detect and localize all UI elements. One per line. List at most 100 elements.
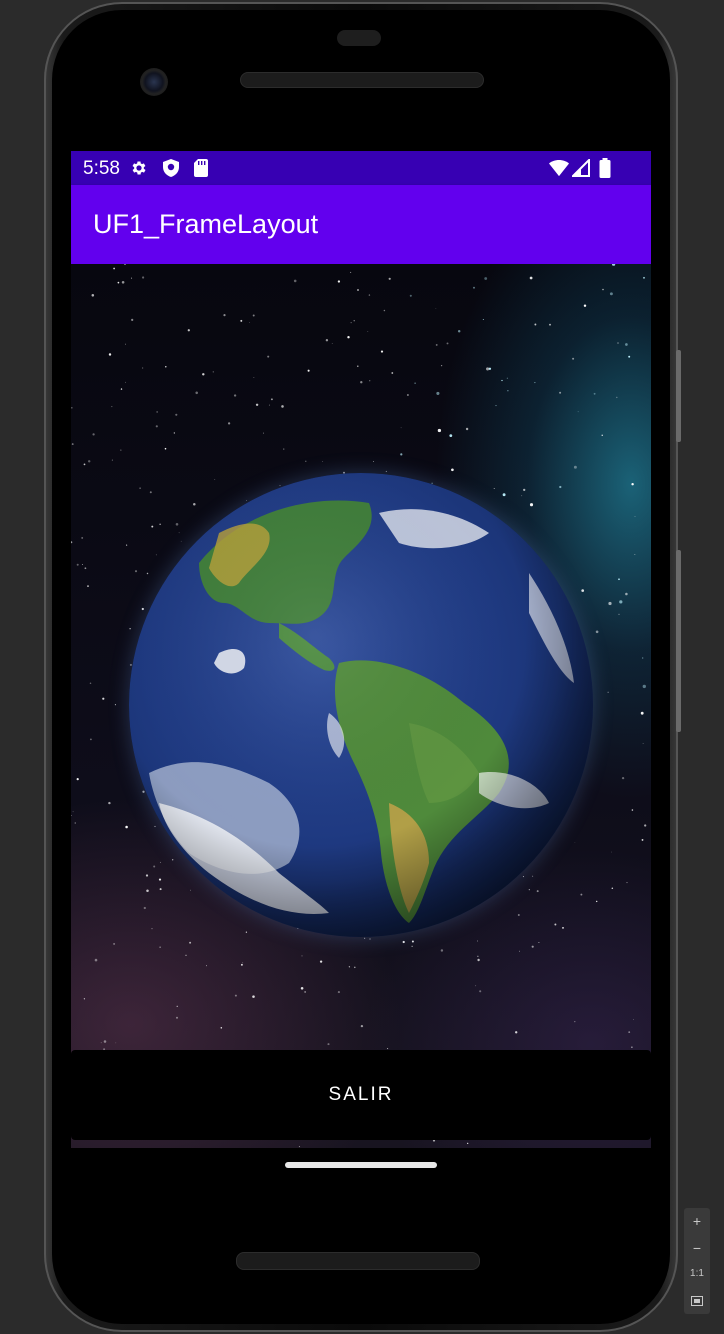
- star: [220, 1027, 223, 1029]
- star: [180, 540, 182, 542]
- power-button[interactable]: [676, 350, 681, 442]
- star: [574, 842, 576, 843]
- star: [554, 923, 557, 926]
- star: [581, 589, 585, 592]
- star: [307, 369, 310, 372]
- star: [149, 491, 152, 494]
- star: [124, 264, 126, 265]
- star: [577, 411, 579, 413]
- star: [486, 367, 490, 371]
- star: [414, 382, 416, 384]
- star: [134, 570, 138, 573]
- star: [173, 432, 175, 434]
- settings-gear-icon: [129, 158, 149, 178]
- star: [103, 1040, 107, 1043]
- volume-button[interactable]: [676, 550, 681, 732]
- star: [534, 382, 536, 384]
- star: [255, 403, 259, 407]
- star: [559, 485, 562, 489]
- star: [146, 889, 149, 892]
- star: [475, 985, 477, 987]
- star: [449, 434, 453, 437]
- star: [74, 822, 76, 824]
- star: [411, 945, 413, 947]
- star: [642, 684, 646, 689]
- star: [607, 691, 609, 693]
- earth-in-space-image: [71, 264, 651, 1148]
- star: [437, 428, 442, 433]
- wifi-icon: [549, 158, 569, 178]
- star: [141, 607, 144, 611]
- star: [240, 319, 243, 322]
- star: [477, 940, 478, 942]
- star: [479, 990, 482, 993]
- star: [617, 342, 619, 344]
- star: [465, 427, 469, 431]
- star: [189, 889, 192, 891]
- star: [400, 427, 402, 429]
- star: [602, 288, 604, 291]
- zoom-out-button[interactable]: −: [684, 1239, 710, 1257]
- star: [175, 523, 179, 526]
- star: [325, 339, 329, 342]
- star: [83, 463, 86, 466]
- star: [601, 434, 603, 436]
- star: [642, 743, 644, 745]
- star: [100, 1042, 102, 1044]
- fit-screen-icon[interactable]: [684, 1292, 710, 1310]
- star: [120, 449, 122, 451]
- star: [120, 388, 123, 390]
- star: [154, 825, 156, 828]
- star: [81, 536, 84, 539]
- star: [300, 987, 304, 990]
- star: [142, 790, 145, 793]
- star: [473, 286, 475, 289]
- star: [409, 294, 412, 297]
- star: [337, 280, 341, 283]
- star: [111, 406, 113, 408]
- top-speaker-grille: [240, 72, 484, 88]
- star: [151, 927, 153, 930]
- star: [521, 495, 523, 497]
- star: [298, 1146, 300, 1148]
- star: [506, 377, 509, 379]
- star: [322, 461, 324, 462]
- star: [517, 914, 520, 916]
- star: [71, 443, 74, 446]
- star: [493, 488, 495, 490]
- gesture-nav-handle[interactable]: [285, 1162, 437, 1168]
- star: [214, 479, 216, 480]
- sd-card-icon: [191, 158, 211, 178]
- star: [108, 801, 111, 805]
- front-camera-icon: [140, 68, 168, 96]
- star: [283, 448, 285, 450]
- star: [380, 350, 384, 353]
- star: [549, 323, 551, 326]
- star: [270, 398, 273, 401]
- star: [528, 889, 530, 891]
- star: [268, 404, 270, 406]
- star: [159, 946, 161, 948]
- star: [304, 991, 306, 993]
- actual-size-button[interactable]: 1:1: [684, 1265, 710, 1283]
- star: [507, 390, 509, 392]
- star: [145, 874, 149, 877]
- star: [159, 523, 161, 525]
- star: [364, 937, 366, 939]
- star: [114, 704, 116, 706]
- star: [532, 875, 534, 877]
- star: [117, 281, 120, 284]
- star: [360, 381, 363, 384]
- star: [319, 960, 323, 963]
- zoom-in-button[interactable]: +: [684, 1212, 710, 1230]
- star: [172, 859, 174, 861]
- star: [502, 493, 506, 497]
- star: [634, 554, 636, 555]
- exit-button[interactable]: SALIR: [71, 1050, 651, 1140]
- star: [164, 447, 167, 450]
- star: [354, 966, 356, 969]
- star: [155, 425, 158, 428]
- star: [178, 532, 180, 534]
- star: [572, 357, 575, 360]
- star: [267, 355, 270, 358]
